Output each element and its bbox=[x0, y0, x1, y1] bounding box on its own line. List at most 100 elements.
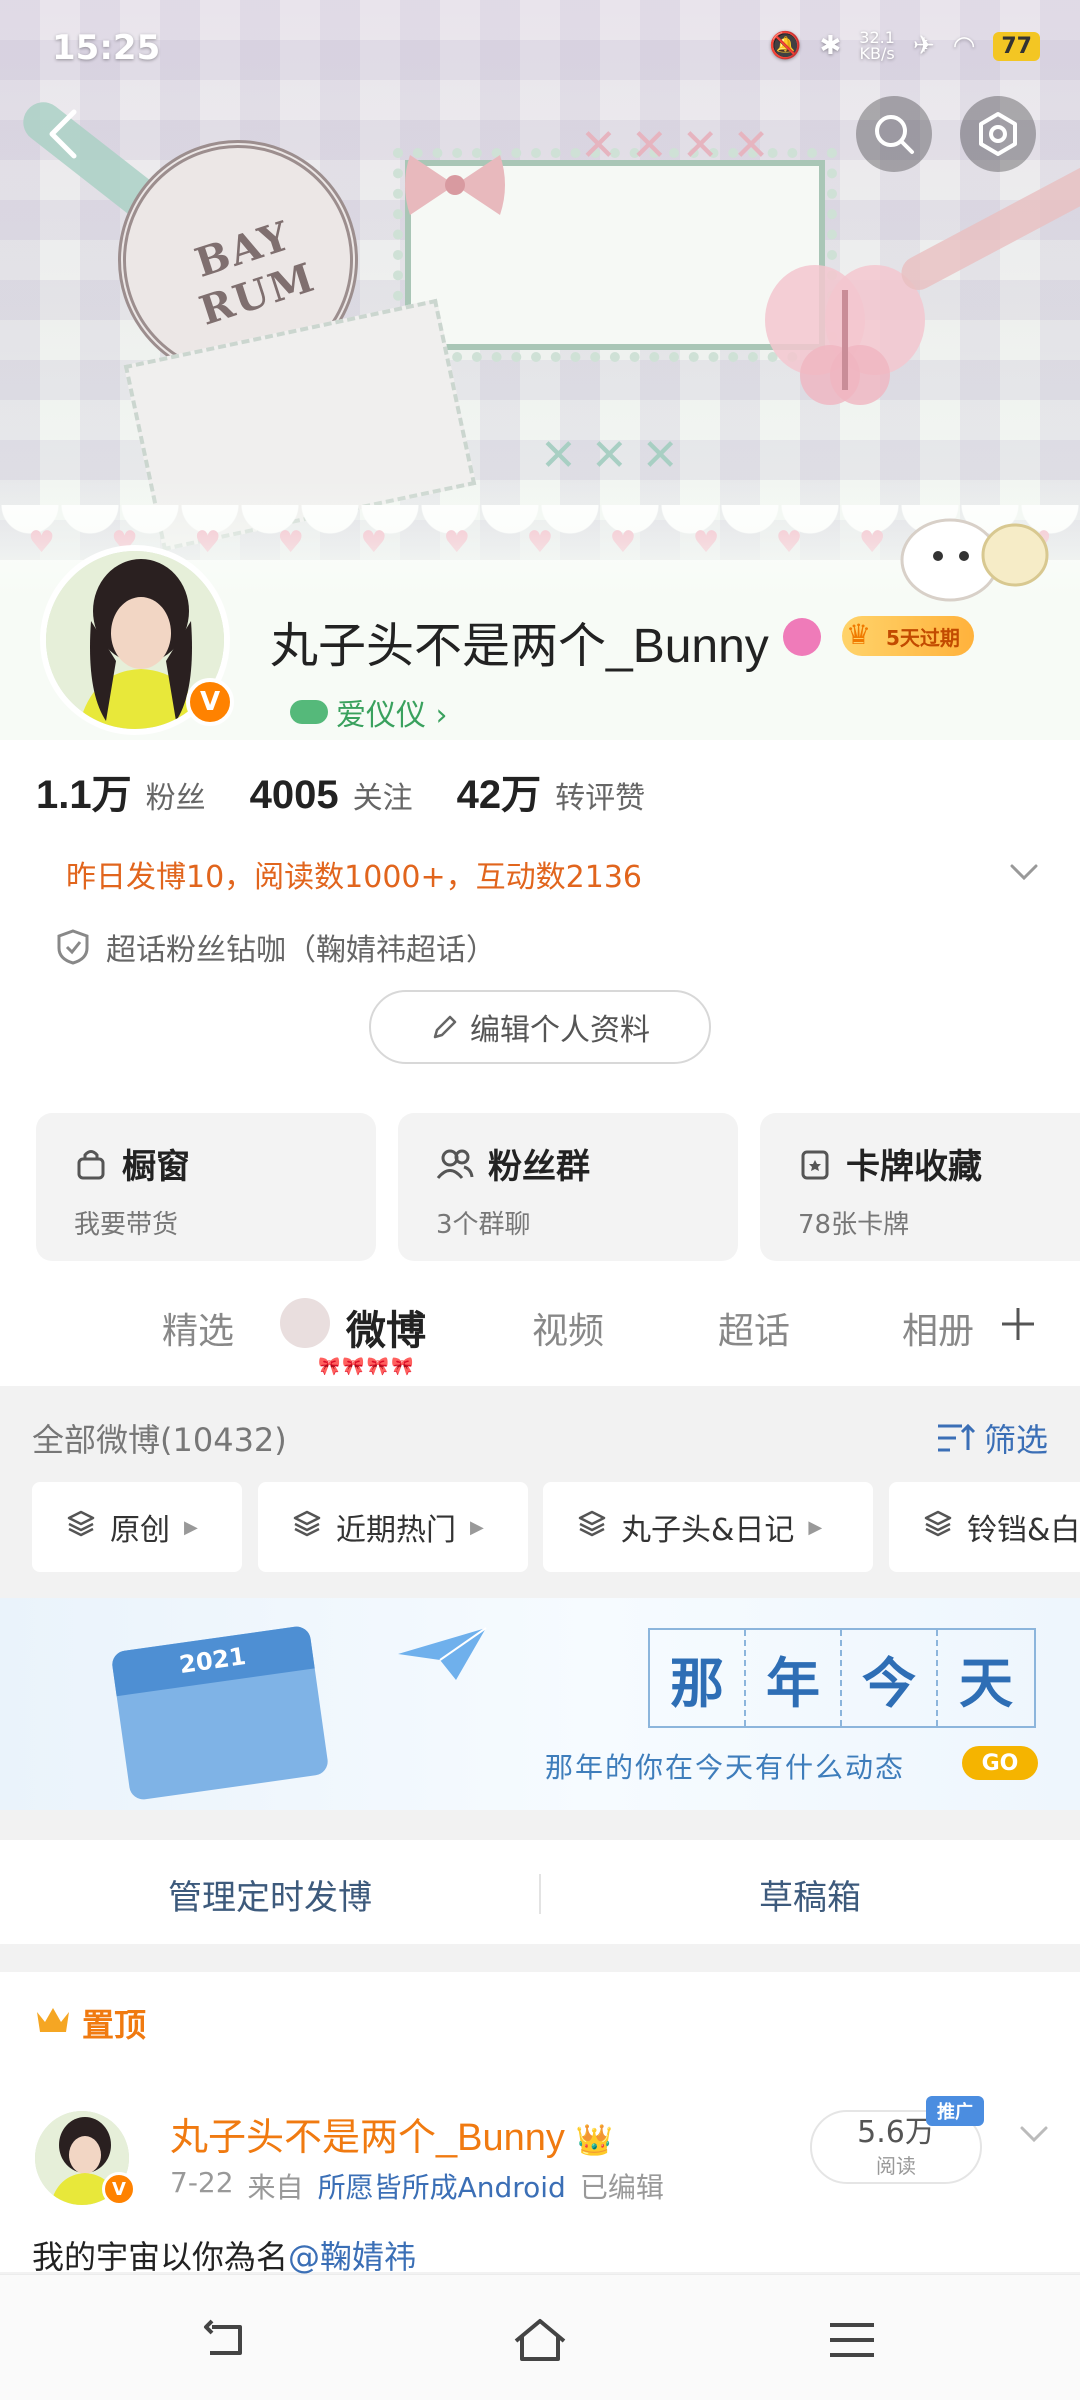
post-meta: 7-22 来自 所愿皆所成Android 已编辑 bbox=[170, 2166, 664, 2206]
post-body[interactable]: 我的宇宙以你為名@鞠婧祎 bbox=[32, 2232, 416, 2278]
author-name-text: 丸子头不是两个_Bunny bbox=[170, 2117, 565, 2159]
chip-label: 铃铛&白 bbox=[967, 1513, 1080, 1548]
verified-badge: V bbox=[102, 2172, 136, 2206]
puppy-sticker-decoration bbox=[900, 518, 1049, 602]
stat-likes[interactable]: 42万 转评赞 bbox=[457, 762, 646, 820]
vip-expiry-tag[interactable]: ♛ 5天过期 bbox=[842, 616, 974, 656]
post-category-chips: 原创 ▶ 近期热门 ▶ 丸子头&日记 ▶ 铃铛&白 bbox=[32, 1482, 1080, 1572]
tab-posts[interactable]: 微博 bbox=[346, 1298, 426, 1356]
chevron-down-icon[interactable] bbox=[1014, 2114, 1054, 2154]
back-button[interactable] bbox=[28, 96, 98, 172]
read-label: 阅读 bbox=[876, 2154, 916, 2178]
layers-icon bbox=[66, 1508, 96, 1546]
card-subtitle: 我要带货 bbox=[74, 1210, 179, 1240]
card-title-label: 卡牌收藏 bbox=[846, 1147, 982, 1187]
profile-username: 丸子头不是两个_Bunny bbox=[270, 620, 769, 673]
drafts-button[interactable]: 草稿箱 bbox=[540, 1870, 1080, 1919]
system-navigation-bar bbox=[0, 2274, 1080, 2400]
post-from-label: 来自 bbox=[247, 2171, 304, 2204]
bag-icon bbox=[77, 1149, 105, 1179]
filter-icon bbox=[938, 1423, 976, 1452]
chevron-down-icon[interactable] bbox=[1004, 852, 1044, 892]
filter-button[interactable]: 筛选 bbox=[936, 1415, 1048, 1461]
chip-label: 近期热门 bbox=[336, 1513, 456, 1548]
stat-label: 关注 bbox=[352, 781, 413, 816]
status-bar: 15:25 🔕 ✱ 32.1 KB/s ✈ ◠ 77 bbox=[0, 0, 1080, 100]
wifi-icon: ◠ bbox=[952, 31, 976, 61]
profile-stats: 1.1万 粉丝 4005 关注 42万 转评赞 bbox=[36, 762, 689, 820]
chip-bells[interactable]: 铃铛&白 bbox=[889, 1482, 1080, 1572]
fan-club-label: 爱仪仪 › bbox=[336, 698, 448, 733]
card-title: 卡牌收藏 bbox=[798, 1139, 1080, 1188]
stat-followers[interactable]: 1.1万 粉丝 bbox=[36, 762, 206, 820]
title-char: 那 bbox=[650, 1630, 746, 1726]
chip-label: 丸子头&日记 bbox=[621, 1513, 795, 1548]
layers-icon bbox=[577, 1508, 607, 1546]
promote-badge[interactable]: 推广 bbox=[926, 2096, 984, 2126]
title-char: 今 bbox=[842, 1630, 938, 1726]
tab-featured[interactable]: 精选 bbox=[162, 1302, 234, 1354]
vip-tag-label: 5天过期 bbox=[886, 625, 960, 650]
fan-club-link[interactable]: 爱仪仪 › bbox=[290, 690, 448, 734]
card-subtitle: 78张卡牌 bbox=[798, 1210, 910, 1240]
verified-badge: V bbox=[186, 678, 234, 726]
chip-original[interactable]: 原创 ▶ bbox=[32, 1482, 242, 1572]
super-topic-badge-icon[interactable] bbox=[783, 618, 821, 656]
tab-videos[interactable]: 视频 bbox=[532, 1302, 604, 1354]
edit-profile-label: 编辑个人资料 bbox=[470, 1013, 650, 1048]
chip-recent-hot[interactable]: 近期热门 ▶ bbox=[258, 1482, 528, 1572]
tab-super-topics[interactable]: 超话 bbox=[718, 1302, 790, 1354]
x-pattern-decoration: ✕✕✕✕ bbox=[580, 120, 784, 171]
menu-nav-icon[interactable] bbox=[822, 2315, 882, 2365]
profile-tabs: 精选 微博 视频 超话 相册 bbox=[0, 1280, 1080, 1380]
post-mention[interactable]: @鞠婧祎 bbox=[288, 2238, 416, 2276]
search-icon bbox=[875, 115, 914, 154]
card-title-label: 橱窗 bbox=[122, 1147, 190, 1187]
post-date: 7-22 bbox=[170, 2166, 234, 2199]
go-button[interactable]: GO bbox=[962, 1746, 1038, 1780]
stat-following[interactable]: 4005 关注 bbox=[250, 773, 413, 818]
card-showcase[interactable]: 橱窗 我要带货 bbox=[36, 1113, 376, 1261]
net-speed-unit: KB/s bbox=[859, 44, 895, 63]
mute-icon: 🔕 bbox=[769, 31, 802, 61]
card-title: 橱窗 bbox=[74, 1139, 376, 1188]
that-year-today-banner[interactable]: 2021 那 年 今 天 那年的你在今天有什么动态 GO bbox=[0, 1598, 1080, 1810]
bow-decoration bbox=[405, 155, 505, 215]
post-source[interactable]: 所愿皆所成Android bbox=[318, 2166, 566, 2206]
tab-decoration-icon bbox=[280, 1298, 330, 1348]
feature-cards: 橱窗 我要带货 粉丝群 3个群聊 卡牌收藏 78张卡牌 bbox=[36, 1113, 1080, 1261]
filter-label: 筛选 bbox=[984, 1421, 1049, 1459]
status-time: 15:25 bbox=[52, 28, 161, 68]
back-nav-icon[interactable] bbox=[196, 2315, 256, 2365]
layers-icon bbox=[923, 1508, 953, 1546]
bluetooth-icon: ✱ bbox=[819, 31, 842, 61]
card-fan-group[interactable]: 粉丝群 3个群聊 bbox=[398, 1113, 738, 1261]
post-author-name[interactable]: 丸子头不是两个_Bunny 👑 bbox=[170, 2106, 613, 2161]
vintage-label-art: BAY RUM bbox=[189, 212, 322, 335]
battery-indicator: 77 bbox=[993, 31, 1040, 61]
pinned-text: 置顶 bbox=[82, 2006, 147, 2044]
title-char: 天 bbox=[959, 1650, 1013, 1715]
settings-button[interactable] bbox=[960, 96, 1036, 172]
card-subtitle: 3个群聊 bbox=[436, 1210, 531, 1240]
tab-album[interactable]: 相册 bbox=[902, 1302, 974, 1354]
bow-row-icon: 🎀🎀🎀🎀 bbox=[318, 1356, 416, 1377]
edit-profile-button[interactable]: 编辑个人资料 bbox=[369, 990, 711, 1064]
stat-value: 1.1万 bbox=[36, 773, 132, 817]
superfan-title[interactable]: 超话粉丝钻咖（鞠婧祎超话） bbox=[56, 925, 496, 969]
title-char: 年 bbox=[746, 1630, 842, 1726]
chevron-left-icon bbox=[49, 109, 77, 159]
activity-summary[interactable]: 昨日发博10，阅读数1000+，互动数2136 bbox=[66, 852, 642, 896]
calendar-illustration: 2021 bbox=[110, 1624, 330, 1802]
that-year-title: 那 年 今 天 bbox=[648, 1628, 1036, 1728]
chip-diary[interactable]: 丸子头&日记 ▶ bbox=[543, 1482, 873, 1572]
scheduled-posts-button[interactable]: 管理定时发博 bbox=[0, 1870, 540, 1919]
home-nav-icon[interactable] bbox=[510, 2315, 570, 2365]
search-button[interactable] bbox=[856, 96, 932, 172]
card-collection[interactable]: 卡牌收藏 78张卡牌 bbox=[760, 1113, 1080, 1261]
stat-value: 4005 bbox=[249, 773, 339, 817]
pencil-icon bbox=[433, 1015, 457, 1039]
card-title: 粉丝群 bbox=[436, 1139, 738, 1188]
caret-right-icon: ▶ bbox=[470, 1516, 484, 1538]
add-tab-button[interactable] bbox=[988, 1294, 1048, 1354]
